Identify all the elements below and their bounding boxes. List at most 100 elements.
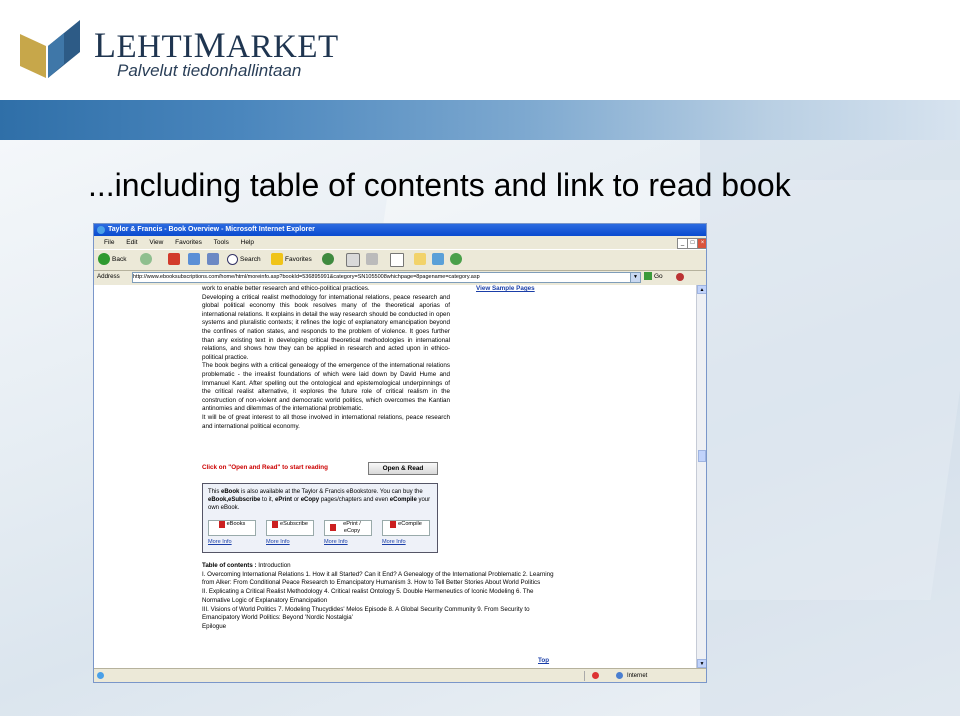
ebook-intro-text: This eBook is also available at the Tayl… bbox=[208, 489, 431, 512]
vertical-scrollbar[interactable]: ▲ ▼ bbox=[696, 285, 706, 668]
zone-label: Internet bbox=[627, 673, 648, 679]
history-button[interactable] bbox=[322, 253, 336, 267]
go-arrow-icon bbox=[644, 272, 652, 281]
go-button[interactable]: Go bbox=[644, 272, 663, 282]
tool-button[interactable] bbox=[450, 253, 464, 267]
esubscribe-button[interactable]: eSubscribe bbox=[266, 520, 314, 536]
slide-title: ...including table of contents and link … bbox=[88, 167, 791, 203]
ecompile-icon bbox=[390, 521, 397, 528]
toc-line: I. Overcoming International Relations 1.… bbox=[202, 570, 554, 587]
address-label: Address bbox=[97, 273, 120, 280]
refresh-icon bbox=[188, 253, 200, 266]
search-button[interactable]: Search bbox=[227, 253, 261, 267]
address-input[interactable]: http://www.ebooksubscriptions.com/home/h… bbox=[132, 272, 640, 283]
slide-header-band bbox=[0, 100, 960, 140]
more-info-link[interactable]: More Info bbox=[324, 538, 348, 546]
menu-help[interactable]: Help bbox=[241, 239, 254, 246]
blocked-icon bbox=[592, 672, 599, 679]
search-icon bbox=[227, 253, 238, 265]
scroll-thumb[interactable] bbox=[698, 450, 706, 462]
back-button[interactable]: Back bbox=[98, 253, 126, 267]
description-paragraph: It will be of great interest to all thos… bbox=[202, 413, 450, 430]
tool-icon bbox=[450, 253, 462, 266]
book-description: work to enable better research and ethic… bbox=[202, 285, 450, 431]
open-read-row: Click on "Open and Read" to start readin… bbox=[202, 462, 442, 475]
stop-button[interactable] bbox=[168, 253, 182, 267]
stop-icon bbox=[168, 253, 180, 266]
mail-button[interactable] bbox=[346, 253, 362, 267]
toc-intro: Introduction bbox=[258, 562, 291, 569]
menu-favorites[interactable]: Favorites bbox=[175, 239, 202, 246]
globe-icon bbox=[616, 672, 623, 679]
lehtimarket-logo-icon bbox=[20, 20, 80, 78]
refresh-button[interactable] bbox=[188, 253, 202, 267]
more-info-link[interactable]: More Info bbox=[266, 538, 290, 546]
toc-heading: Table of contents : bbox=[202, 562, 259, 569]
esubscribe-icon bbox=[272, 521, 278, 528]
background-shape bbox=[700, 140, 960, 716]
print-button[interactable] bbox=[366, 253, 380, 267]
ecompile-button[interactable]: eCompile bbox=[382, 520, 430, 536]
more-info-link[interactable]: More Info bbox=[208, 538, 232, 546]
page-content: View Sample Pages work to enable better … bbox=[94, 285, 696, 668]
folder-icon bbox=[414, 253, 426, 266]
slide-header: LEHTIMARKET Palvelut tiedonhallintaan bbox=[0, 0, 960, 100]
brand-tagline: Palvelut tiedonhallintaan bbox=[117, 61, 302, 80]
favorites-button[interactable]: Favorites bbox=[271, 253, 312, 267]
description-paragraph: Developing a critical realist methodolog… bbox=[202, 293, 450, 361]
view-sample-pages-link[interactable]: View Sample Pages bbox=[476, 285, 535, 292]
mail-icon bbox=[346, 253, 360, 267]
edit-button[interactable] bbox=[390, 253, 406, 267]
messenger-button[interactable] bbox=[432, 253, 446, 267]
search-label: Search bbox=[240, 256, 261, 263]
status-divider bbox=[584, 671, 585, 681]
toolbar: Back Search Favorites bbox=[94, 249, 706, 271]
star-icon bbox=[271, 253, 283, 266]
open-read-prompt: Click on "Open and Read" to start readin… bbox=[202, 464, 328, 471]
print-icon bbox=[366, 253, 378, 266]
forward-arrow-icon bbox=[140, 253, 152, 266]
toc-line: III. Visions of World Politics 7. Modeli… bbox=[202, 605, 530, 622]
window-title: Taylor & Francis - Book Overview - Micro… bbox=[108, 226, 315, 233]
ebooks-button[interactable]: eBooks bbox=[208, 520, 256, 536]
forward-button[interactable] bbox=[140, 253, 154, 267]
scroll-down-icon[interactable]: ▼ bbox=[697, 659, 706, 668]
eprint-icon bbox=[330, 524, 336, 531]
page-status-icon bbox=[97, 672, 104, 679]
address-bar: Address http://www.ebooksubscriptions.co… bbox=[94, 270, 706, 284]
back-arrow-icon bbox=[98, 253, 110, 266]
browser-titlebar: Taylor & Francis - Book Overview - Micro… bbox=[94, 224, 706, 236]
favorites-label: Favorites bbox=[285, 256, 312, 263]
toc-heading-line: Table of contents : Introduction bbox=[202, 562, 558, 571]
browser-window: Taylor & Francis - Book Overview - Micro… bbox=[93, 223, 707, 683]
scroll-up-icon[interactable]: ▲ bbox=[697, 285, 706, 294]
brand-name: LEHTIMARKET bbox=[94, 25, 339, 65]
description-paragraph: work to enable better research and ethic… bbox=[202, 285, 370, 292]
ebook-icon bbox=[218, 521, 225, 528]
go-label: Go bbox=[654, 273, 663, 280]
ebook-options-box: This eBook is also available at the Tayl… bbox=[202, 483, 438, 553]
description-paragraph: The book begins with a critical genealog… bbox=[202, 362, 450, 413]
menu-edit[interactable]: Edit bbox=[126, 239, 137, 246]
messenger-icon bbox=[432, 253, 444, 266]
menu-file[interactable]: File bbox=[104, 239, 114, 246]
menu-view[interactable]: View bbox=[149, 239, 163, 246]
extension-icon[interactable] bbox=[676, 273, 684, 281]
home-button[interactable] bbox=[207, 253, 221, 267]
toc-line: II. Explicating a Critical Realist Metho… bbox=[202, 588, 534, 604]
home-icon bbox=[207, 253, 219, 266]
table-of-contents: Table of contents : Introduction I. Over… bbox=[202, 562, 558, 632]
toc-line: Epilogue bbox=[202, 622, 227, 630]
folder-button[interactable] bbox=[414, 253, 428, 267]
eprint-ecopy-button[interactable]: ePrint / eCopy bbox=[324, 520, 372, 536]
menu-tools[interactable]: Tools bbox=[214, 239, 229, 246]
chevron-down-icon[interactable]: ▼ bbox=[630, 272, 641, 283]
open-and-read-button[interactable]: Open & Read bbox=[368, 462, 438, 475]
more-info-link[interactable]: More Info bbox=[382, 538, 406, 546]
internet-explorer-icon bbox=[97, 226, 105, 234]
back-label: Back bbox=[112, 256, 127, 263]
close-icon[interactable]: × bbox=[697, 238, 706, 249]
top-link[interactable]: Top bbox=[538, 657, 549, 664]
status-bar: Internet bbox=[94, 668, 706, 682]
menu-bar: File Edit View Favorites Tools Help _ □ … bbox=[94, 237, 706, 249]
